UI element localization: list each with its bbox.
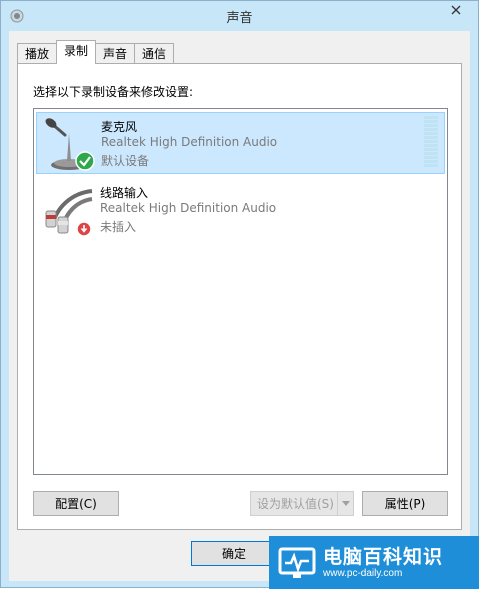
set-default-button[interactable]: 设为默认值(S)	[250, 491, 354, 516]
device-status: 默认设备	[101, 154, 150, 168]
close-button[interactable]	[442, 1, 470, 21]
list-item-microphone[interactable]: 麦克风 Realtek High Definition Audio 默认设备	[36, 112, 445, 174]
window-title: 声音	[226, 11, 253, 26]
device-driver: Realtek High Definition Audio	[100, 201, 277, 215]
configure-button[interactable]: 配置(C)	[33, 491, 119, 516]
tab-playback[interactable]: 播放	[17, 43, 58, 64]
ok-button[interactable]: 确定	[191, 541, 277, 566]
sound-dialog: 声音 播放 录制 声音 通信 选择以下录制设备来修改设置: 麦克风 Realte…	[0, 0, 479, 589]
list-item-line-in[interactable]: 线路输入 Realtek High Definition Audio 未插入	[36, 179, 445, 241]
close-icon	[451, 4, 461, 18]
recording-tab-panel: 选择以下录制设备来修改设置: 麦克风 Realtek High Definiti…	[17, 63, 462, 530]
tab-communications[interactable]: 通信	[134, 43, 175, 64]
device-status: 未插入	[100, 220, 137, 234]
chevron-down-icon[interactable]	[337, 492, 353, 515]
device-driver: Realtek High Definition Audio	[101, 135, 278, 149]
monitor-logo-icon	[277, 543, 317, 583]
level-meter	[424, 116, 438, 168]
dialog-client: 播放 录制 声音 通信 选择以下录制设备来修改设置: 麦克风 Realtek H…	[9, 31, 470, 581]
tab-recording[interactable]: 录制	[56, 40, 97, 64]
properties-button[interactable]: 属性(P)	[362, 491, 448, 516]
set-default-label: 设为默认值(S)	[257, 497, 334, 511]
tab-sounds[interactable]: 声音	[95, 43, 136, 64]
device-list[interactable]: 麦克风 Realtek High Definition Audio 默认设备 线…	[33, 108, 448, 475]
site-watermark: 电脑百科知识 www.pc-daily.com	[269, 536, 479, 589]
tab-strip: 播放 录制 声音 通信	[17, 40, 175, 64]
device-name: 麦克风	[101, 120, 138, 134]
unplugged-icon	[76, 221, 92, 240]
device-name: 线路输入	[100, 186, 149, 200]
watermark-title: 电脑百科知识	[323, 545, 444, 568]
default-check-icon	[75, 151, 95, 174]
watermark-url: www.pc-daily.com	[323, 567, 403, 579]
title-bar[interactable]: 声音	[1, 1, 478, 31]
instruction-text: 选择以下录制设备来修改设置:	[33, 85, 194, 99]
